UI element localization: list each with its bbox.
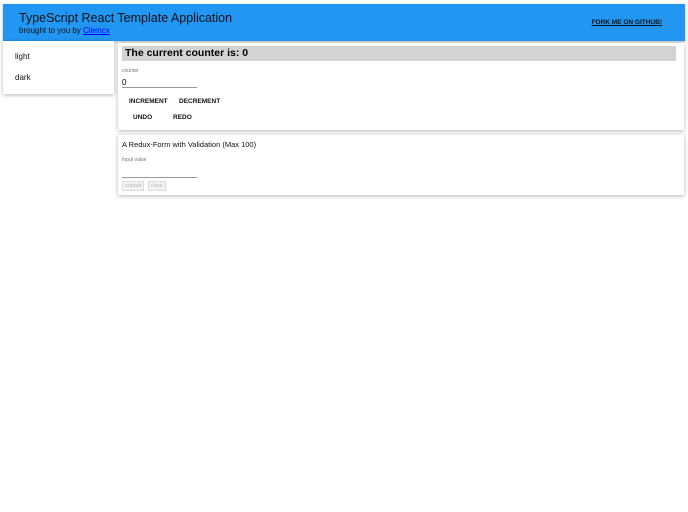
redux-form-card: A Redux-Form with Validation (Max 100) I… [118,135,684,195]
input-value-field[interactable] [122,167,197,178]
author-link[interactable]: Clemcx [83,26,110,35]
counter-input[interactable] [122,77,197,88]
theme-sidebar: light dark [3,41,114,94]
clear-button[interactable]: clear [148,181,166,191]
undo-button[interactable]: UNDO [133,114,152,121]
redo-button[interactable]: REDO [173,114,192,121]
counter-label: counter [122,68,139,74]
sidebar-item-light[interactable]: light [15,52,30,61]
counter-heading: The current counter is: 0 [122,46,676,61]
increment-button[interactable]: INCREMENT [129,98,168,105]
decrement-button[interactable]: DECREMENT [179,98,220,105]
submit-button[interactable]: submit [122,181,145,191]
subtitle-prefix: brought to you by [19,26,81,35]
counter-card: The current counter is: 0 counter INCREM… [118,43,684,130]
sidebar-item-dark[interactable]: dark [15,73,31,82]
app-title: TypeScript React Template Application [19,11,233,25]
input-value-label: Input value [122,157,147,163]
app-subtitle: brought to you by Clemcx [19,26,110,35]
fork-github-link[interactable]: FORK ME ON GITHUB! [592,19,662,26]
app-bar: TypeScript React Template Application br… [3,4,685,41]
form-title: A Redux-Form with Validation (Max 100) [122,140,257,149]
